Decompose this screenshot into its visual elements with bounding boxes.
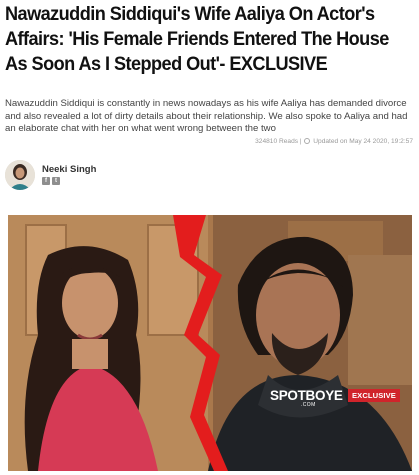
article-hero-image: SPOTBOYE .COM EXCLUSIVE <box>8 215 412 471</box>
article-meta: 324810 Reads | Updated on May 24 2020, 1… <box>255 138 413 145</box>
clock-icon <box>304 138 311 144</box>
spotboye-watermark-domain: .COM <box>301 402 316 408</box>
twitter-icon[interactable]: t <box>52 177 60 185</box>
spotboye-watermark: SPOTBOYE <box>270 388 343 403</box>
author-avatar[interactable] <box>5 160 35 190</box>
author-name[interactable]: Neeki Singh <box>42 164 96 175</box>
hero-photo-illustration <box>8 215 412 471</box>
facebook-icon[interactable]: f <box>42 177 50 185</box>
article-headline: Nawazuddin Siddiqui's Wife Aaliya On Act… <box>5 3 389 75</box>
author-social-links: f t <box>42 177 60 185</box>
author-block: Neeki Singh f t <box>5 160 205 196</box>
updated-date: Updated on May 24 2020, 19:2:57 <box>313 138 413 145</box>
exclusive-badge: EXCLUSIVE <box>348 389 400 402</box>
read-count: 324810 Reads | <box>255 138 302 145</box>
article-summary: Nawazuddin Siddiqui is constantly in new… <box>5 98 408 135</box>
